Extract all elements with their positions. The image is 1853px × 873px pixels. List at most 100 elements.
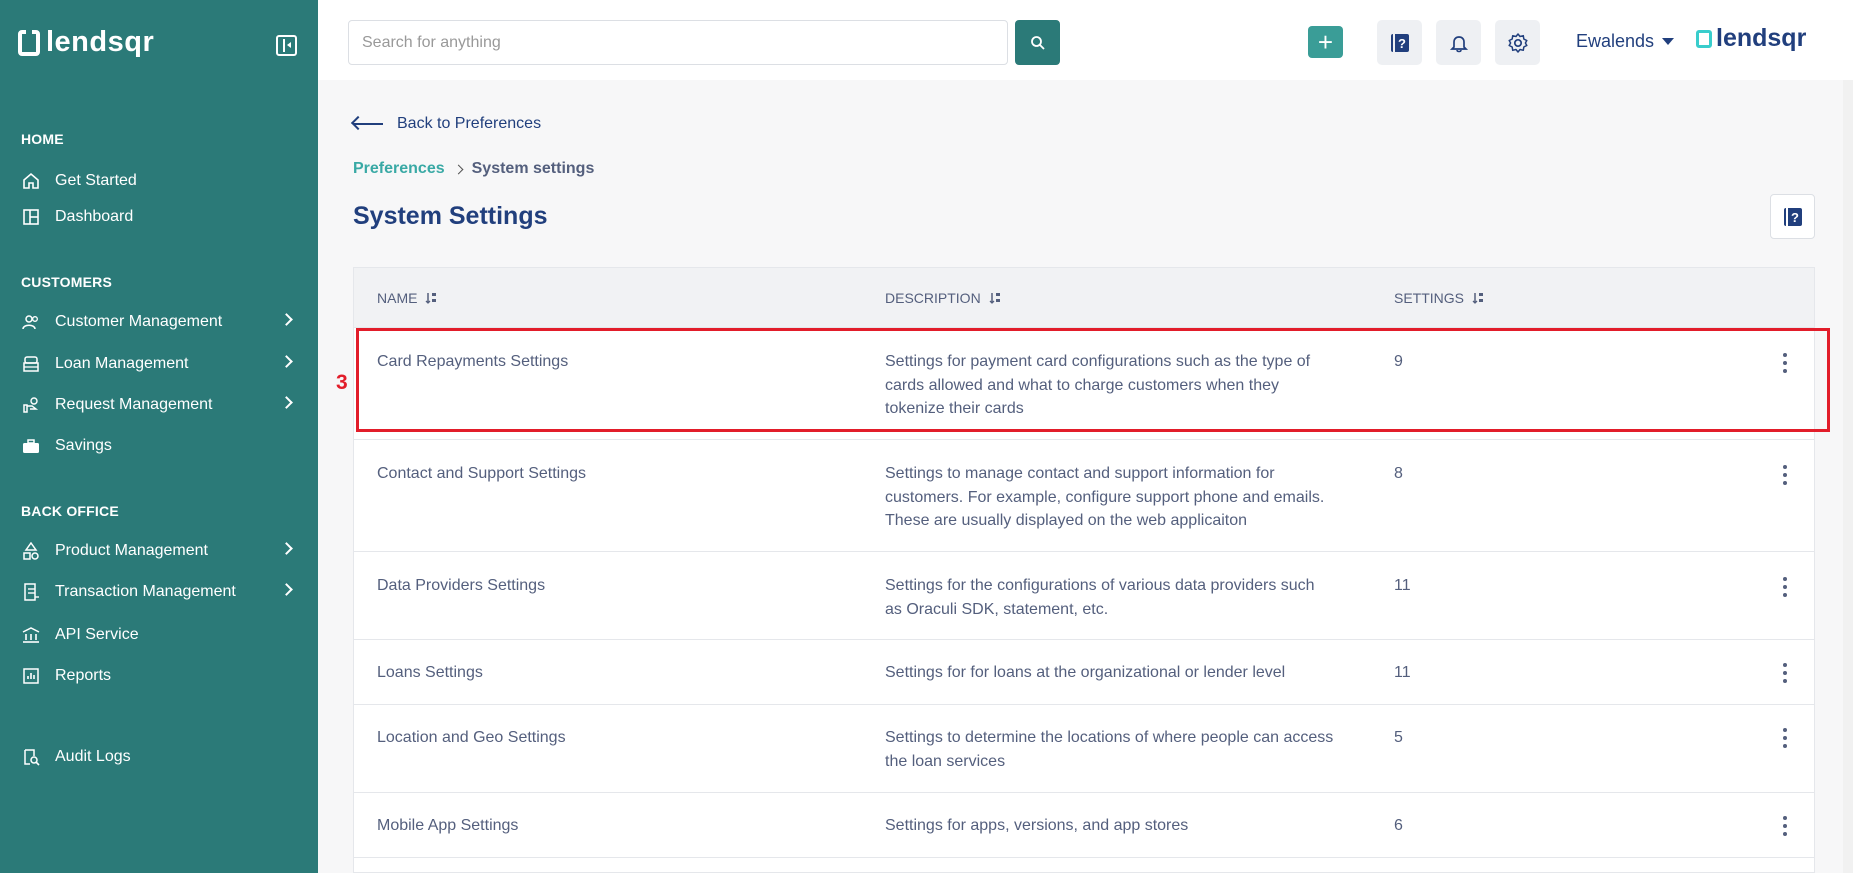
bell-icon — [1449, 35, 1468, 52]
sidebar-collapse-icon[interactable] — [276, 35, 297, 56]
row-description: Settings for for loans at the organizati… — [885, 664, 1286, 681]
row-description: Settings for the configurations of vario… — [885, 577, 1315, 618]
row-description: Settings to determine the locations of w… — [885, 729, 1334, 770]
section-home: HOME — [21, 131, 64, 147]
help-button[interactable]: ? — [1377, 20, 1422, 65]
add-button[interactable]: + — [1308, 26, 1343, 58]
table-row[interactable]: Contact and Support Settings Settings to… — [354, 440, 1814, 552]
bank-icon — [21, 354, 41, 374]
search-input[interactable]: Search for anything — [348, 20, 1008, 65]
row-settings-count: 11 — [1394, 577, 1411, 594]
header-description-label: DESCRIPTION — [885, 290, 981, 306]
row-name: Loans Settings — [377, 664, 483, 681]
briefcase-icon — [21, 436, 41, 456]
sidebar-item-label: Customer Management — [55, 313, 223, 330]
sidebar-item-loan-management[interactable]: Loan Management — [21, 348, 301, 380]
table-header: NAME DESCRIPTION SETTINGS — [354, 268, 1814, 328]
breadcrumb-preferences[interactable]: Preferences — [353, 160, 445, 178]
sidebar-item-label: Product Management — [55, 542, 208, 559]
sidebar-item-label: Request Management — [55, 396, 213, 413]
hand-money-icon — [21, 395, 41, 415]
sidebar-item-label: Audit Logs — [55, 748, 131, 765]
search-button[interactable] — [1015, 20, 1060, 65]
more-options-icon[interactable] — [1782, 577, 1788, 597]
sidebar-item-label: Dashboard — [55, 208, 134, 225]
row-description: Settings to manage contact and support i… — [885, 465, 1325, 529]
more-options-icon[interactable] — [1782, 663, 1788, 683]
sidebar: lendsqr HOME Get Started Dashboard CUSTO… — [0, 0, 318, 873]
header-name[interactable]: NAME — [377, 290, 437, 306]
header-description[interactable]: DESCRIPTION — [885, 290, 1001, 306]
brand-mark-icon — [1696, 29, 1712, 48]
sidebar-item-dashboard[interactable]: Dashboard — [21, 201, 301, 233]
sidebar-item-label: Get Started — [55, 172, 137, 189]
sort-icon[interactable] — [989, 292, 1001, 304]
sidebar-item-label: Loan Management — [55, 355, 189, 372]
header-settings[interactable]: SETTINGS — [1394, 290, 1484, 306]
brand-logo: lendsqr — [1696, 24, 1806, 53]
top-bar: Search for anything + ? Ewalends lendsqr — [318, 0, 1853, 80]
users-icon — [21, 312, 41, 332]
chevron-right-icon — [280, 396, 293, 409]
sidebar-item-api-service[interactable]: API Service — [21, 619, 301, 651]
audit-icon — [21, 747, 41, 767]
sidebar-item-reports[interactable]: Reports — [21, 660, 301, 692]
sidebar-item-product-management[interactable]: Product Management — [21, 535, 301, 567]
more-options-icon[interactable] — [1782, 728, 1788, 748]
section-customers: CUSTOMERS — [21, 274, 112, 290]
row-settings-count: 6 — [1394, 817, 1403, 834]
chevron-right-icon — [280, 542, 293, 555]
back-link[interactable]: Back to Preferences — [353, 115, 541, 133]
user-menu[interactable]: Ewalends — [1576, 31, 1675, 52]
document-icon — [21, 582, 41, 602]
back-label: Back to Preferences — [397, 115, 542, 132]
breadcrumb: Preferences System settings — [353, 160, 594, 178]
gear-icon — [1507, 32, 1528, 53]
more-options-icon[interactable] — [1782, 465, 1788, 485]
breadcrumb-current: System settings — [471, 160, 595, 177]
chevron-right-icon — [280, 313, 293, 326]
sidebar-item-customer-management[interactable]: Customer Management — [21, 306, 301, 338]
row-settings-count: 5 — [1394, 729, 1403, 746]
sidebar-item-label: API Service — [55, 626, 139, 643]
chart-icon — [21, 666, 41, 686]
row-name: Contact and Support Settings — [377, 465, 587, 482]
sidebar-item-request-management[interactable]: Request Management — [21, 389, 301, 421]
chevron-right-icon — [453, 164, 464, 174]
search-icon — [1030, 35, 1045, 50]
notifications-button[interactable] — [1436, 20, 1481, 65]
brand-text: lendsqr — [1716, 24, 1807, 52]
table-row[interactable]: Loans Settings Settings for for loans at… — [354, 640, 1814, 705]
sidebar-item-audit-logs[interactable]: Audit Logs — [21, 741, 301, 773]
sidebar-item-label: Reports — [55, 667, 112, 684]
sidebar-item-get-started[interactable]: Get Started — [21, 165, 301, 197]
help-icon: ? — [1783, 207, 1802, 226]
page-help-button[interactable]: ? — [1770, 194, 1815, 239]
user-name: Ewalends — [1576, 31, 1655, 51]
row-description: Settings for apps, versions, and app sto… — [885, 817, 1189, 834]
row-settings-count: 11 — [1394, 664, 1411, 681]
table-row[interactable]: Location and Geo Settings Settings to de… — [354, 705, 1814, 793]
caret-down-icon — [1662, 38, 1675, 45]
more-options-icon[interactable] — [1782, 816, 1788, 836]
sidebar-logo[interactable]: lendsqr — [18, 26, 154, 59]
home-icon — [21, 171, 41, 191]
chevron-right-icon — [280, 583, 293, 596]
table-row[interactable]: Data Providers Settings Settings for the… — [354, 552, 1814, 640]
sidebar-item-savings[interactable]: Savings — [21, 430, 301, 462]
sort-icon[interactable] — [425, 292, 437, 304]
row-name: Mobile App Settings — [377, 817, 519, 834]
settings-button[interactable] — [1495, 20, 1540, 65]
help-icon: ? — [1390, 33, 1409, 52]
svg-text:?: ? — [1791, 210, 1799, 225]
svg-text:?: ? — [1398, 36, 1406, 51]
sort-icon[interactable] — [1472, 292, 1484, 304]
sidebar-item-transaction-management[interactable]: Transaction Management — [21, 576, 301, 608]
section-back-office: BACK OFFICE — [21, 503, 119, 519]
page-scrollbar[interactable] — [1843, 80, 1853, 873]
annotation-marker: 3 — [336, 371, 348, 394]
row-name: Location and Geo Settings — [377, 729, 566, 746]
table-row[interactable]: Mobile App Settings Settings for apps, v… — [354, 793, 1814, 858]
shapes-icon — [21, 541, 41, 561]
logo-text: lendsqr — [46, 26, 155, 58]
